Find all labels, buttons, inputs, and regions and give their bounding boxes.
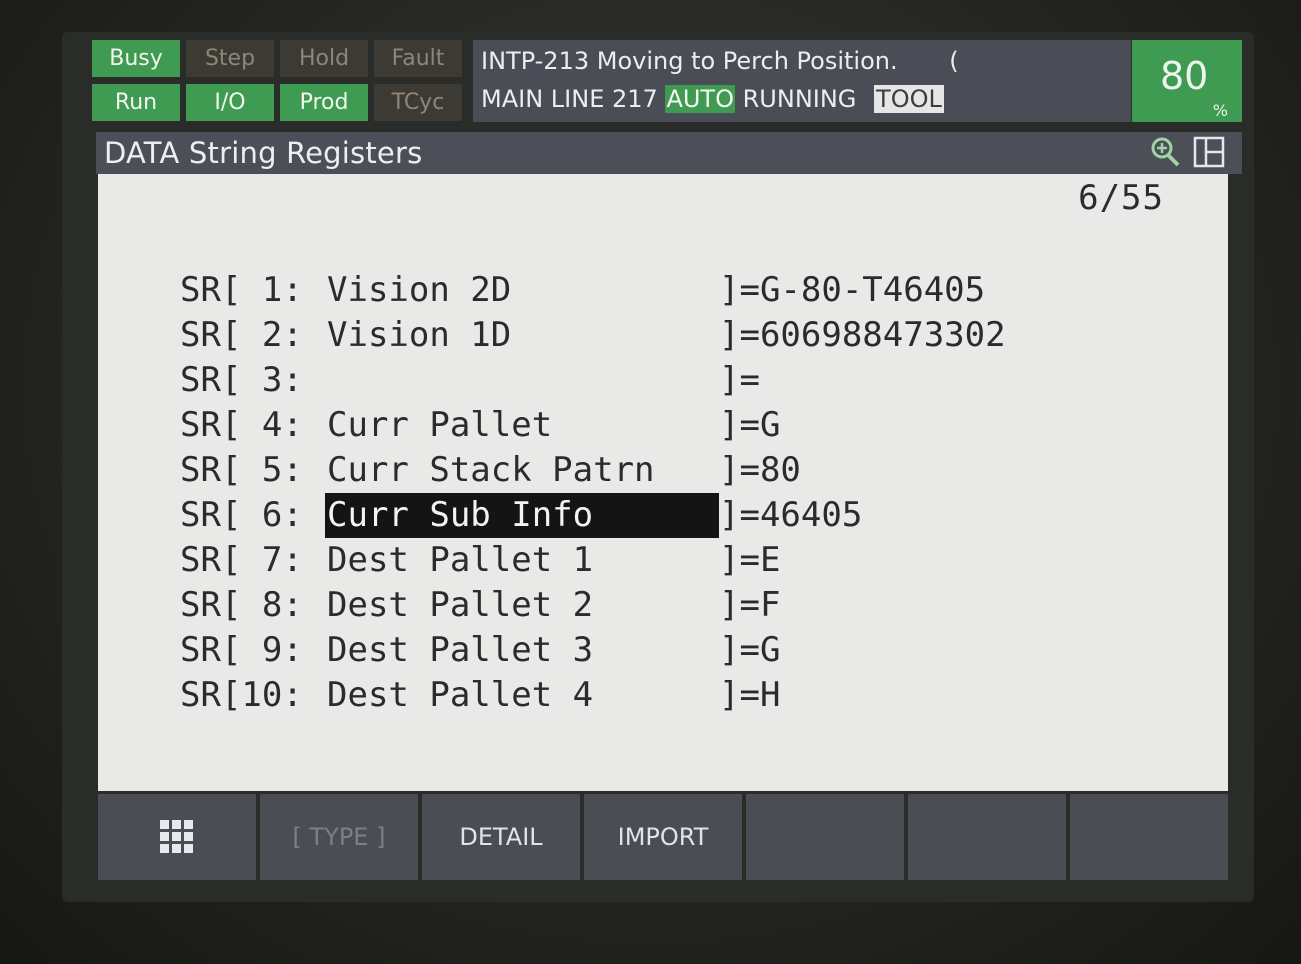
register-row[interactable]: SR[ 9: Dest Pallet 3]=G bbox=[180, 628, 1006, 673]
lamp-tcyc: TCyc bbox=[374, 84, 462, 121]
register-comment[interactable]: Curr Pallet bbox=[325, 403, 719, 448]
register-comment[interactable]: Dest Pallet 3 bbox=[325, 628, 719, 673]
page-title: DATA String Registers bbox=[104, 136, 423, 170]
register-value[interactable]: ]=46405 bbox=[719, 493, 862, 538]
register-comment[interactable]: Dest Pallet 1 bbox=[325, 538, 719, 583]
register-row[interactable]: SR[ 1: Vision 2D]=G-80-T46405 bbox=[180, 268, 1006, 313]
run-state: RUNNING bbox=[742, 85, 857, 113]
lamp-step: Step bbox=[186, 40, 274, 77]
function-key-bar: [ TYPE ] DETAIL IMPORT bbox=[98, 794, 1228, 880]
register-value[interactable]: ]=G bbox=[719, 628, 780, 673]
lamp-run: Run bbox=[92, 84, 180, 121]
type-button-label: [ TYPE ] bbox=[292, 823, 386, 851]
alarm-message-suffix: ( bbox=[949, 47, 959, 75]
register-row[interactable]: SR[ 5: Curr Stack Patrn]=80 bbox=[180, 448, 1006, 493]
register-index: SR[ 7: bbox=[180, 540, 303, 580]
alarm-message-line: INTP-213 Moving to Perch Position. ( bbox=[481, 43, 1131, 81]
register-index: SR[ 4: bbox=[180, 405, 303, 445]
register-comment[interactable]: Vision 1D bbox=[325, 313, 719, 358]
alarm-message: INTP-213 Moving to Perch Position. bbox=[481, 47, 898, 75]
message-box[interactable]: INTP-213 Moving to Perch Position. ( MAI… bbox=[473, 40, 1131, 122]
f1-menu-button[interactable] bbox=[98, 794, 256, 880]
lamp-prod: Prod bbox=[280, 84, 368, 121]
pendant-bezel: Busy Step Hold Fault Run I/O Prod TCyc I… bbox=[0, 0, 1301, 964]
register-index: SR[ 2: bbox=[180, 315, 303, 355]
register-list-panel: 6/55 SR[ 1: Vision 2D]=G-80-T46405 SR[ 2:… bbox=[98, 174, 1228, 791]
detail-button[interactable]: DETAIL bbox=[422, 794, 580, 880]
register-index: SR[ 9: bbox=[180, 630, 303, 670]
zoom-in-icon[interactable] bbox=[1148, 135, 1182, 169]
register-row[interactable]: SR[ 3: ]= bbox=[180, 358, 1006, 403]
import-button[interactable]: IMPORT bbox=[584, 794, 742, 880]
register-list: SR[ 1: Vision 2D]=G-80-T46405 SR[ 2: Visio… bbox=[180, 268, 1006, 718]
program-status-line: MAIN LINE 217 AUTO RUNNING TOOL bbox=[481, 81, 1131, 119]
register-value[interactable]: ]=H bbox=[719, 673, 780, 718]
override-unit: % bbox=[1212, 101, 1228, 120]
register-value[interactable]: ]= bbox=[719, 358, 760, 403]
register-value[interactable]: ]=G bbox=[719, 403, 780, 448]
register-comment[interactable]: Vision 2D bbox=[325, 268, 719, 313]
register-row[interactable]: SR[ 8: Dest Pallet 2]=F bbox=[180, 583, 1006, 628]
register-value[interactable]: ]=E bbox=[719, 538, 780, 583]
register-row[interactable]: SR[10: Dest Pallet 4]=H bbox=[180, 673, 1006, 718]
speed-override: 80 % bbox=[1132, 40, 1242, 122]
split-screen-icon[interactable] bbox=[1192, 135, 1226, 169]
register-comment[interactable]: Dest Pallet 4 bbox=[325, 673, 719, 718]
register-comment-cursor[interactable]: Curr Sub Info bbox=[325, 493, 719, 538]
title-bar: DATA String Registers bbox=[96, 132, 1242, 174]
register-comment[interactable]: Dest Pallet 2 bbox=[325, 583, 719, 628]
f5-button[interactable] bbox=[908, 794, 1066, 880]
register-value[interactable]: ]=F bbox=[719, 583, 780, 628]
register-value[interactable]: ]=G-80-T46405 bbox=[719, 268, 985, 313]
register-row[interactable]: SR[ 7: Dest Pallet 1]=E bbox=[180, 538, 1006, 583]
coord-badge: TOOL bbox=[874, 85, 944, 113]
register-comment[interactable]: Curr Stack Patrn bbox=[325, 448, 719, 493]
f4-button[interactable] bbox=[746, 794, 904, 880]
detail-button-label: DETAIL bbox=[459, 823, 543, 851]
register-value[interactable]: ]=80 bbox=[719, 448, 801, 493]
register-index: SR[ 6: bbox=[180, 495, 303, 535]
register-index: SR[ 8: bbox=[180, 585, 303, 625]
next-button[interactable] bbox=[1070, 794, 1228, 880]
type-button[interactable]: [ TYPE ] bbox=[260, 794, 418, 880]
page-indicator: 6/55 bbox=[1078, 178, 1164, 218]
register-row[interactable]: SR[ 2: Vision 1D]=606988473302 bbox=[180, 313, 1006, 358]
register-index: SR[ 5: bbox=[180, 450, 303, 490]
program-line: MAIN LINE 217 bbox=[481, 85, 658, 113]
register-row-selected[interactable]: SR[ 6: Curr Sub Info]=46405 bbox=[180, 493, 1006, 538]
register-index: SR[ 3: bbox=[180, 360, 303, 400]
register-value[interactable]: ]=606988473302 bbox=[719, 313, 1006, 358]
lamp-fault: Fault bbox=[374, 40, 462, 77]
register-index: SR[ 1: bbox=[180, 270, 303, 310]
override-value: 80 bbox=[1160, 54, 1209, 98]
mode-badge: AUTO bbox=[665, 85, 735, 113]
teach-pendant-screen: Busy Step Hold Fault Run I/O Prod TCyc I… bbox=[62, 32, 1254, 902]
lamp-hold: Hold bbox=[280, 40, 368, 77]
import-button-label: IMPORT bbox=[617, 823, 709, 851]
lamp-io: I/O bbox=[186, 84, 274, 121]
register-row[interactable]: SR[ 4: Curr Pallet]=G bbox=[180, 403, 1006, 448]
menu-grid-icon bbox=[160, 820, 193, 853]
lamp-busy: Busy bbox=[92, 40, 180, 77]
status-bar: Busy Step Hold Fault Run I/O Prod TCyc I… bbox=[92, 40, 1242, 128]
register-index: SR[10: bbox=[180, 675, 303, 715]
